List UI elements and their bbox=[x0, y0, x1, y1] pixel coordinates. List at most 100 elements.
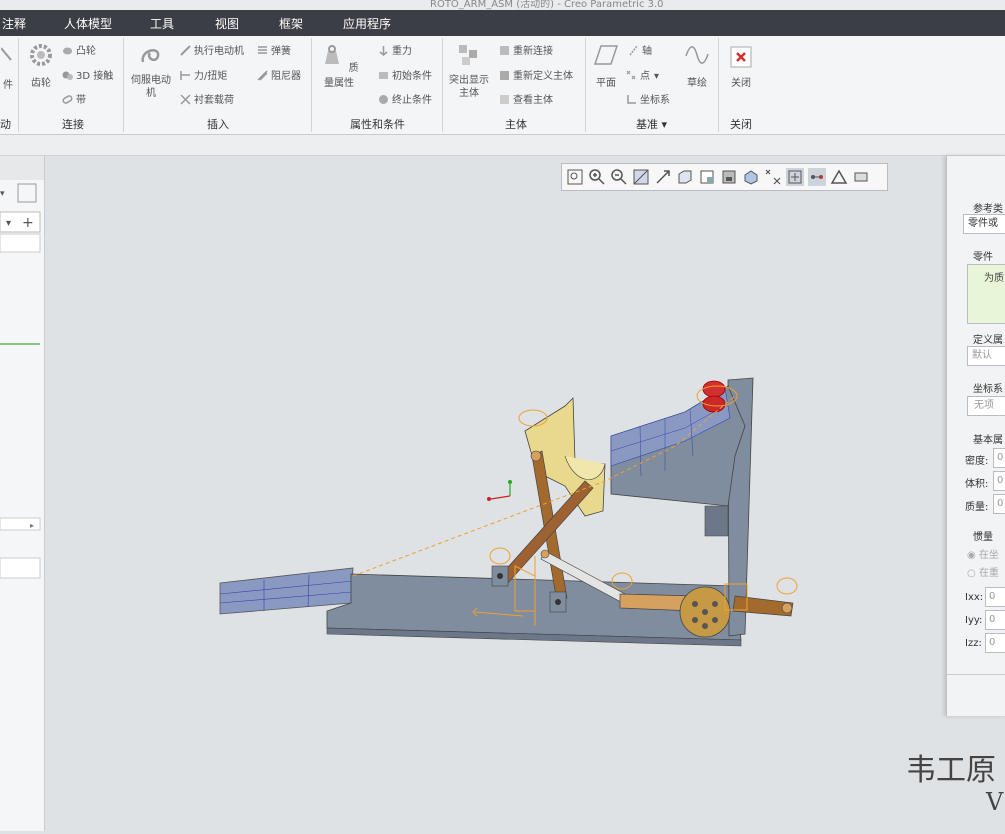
annotation-display-icon[interactable] bbox=[808, 168, 826, 186]
group-label-datum[interactable]: 基准 ▾ bbox=[636, 116, 667, 132]
zoom-in-icon[interactable] bbox=[588, 168, 606, 186]
izz-label: Izz: bbox=[965, 638, 982, 649]
bushing-load-button[interactable]: 衬套载荷 bbox=[180, 91, 234, 106]
zoom-out-icon[interactable] bbox=[610, 168, 628, 186]
point-icon bbox=[626, 70, 636, 80]
3d-contact-button[interactable]: 3D 接触 bbox=[62, 67, 113, 82]
gear-button[interactable]: 齿轮 bbox=[26, 42, 56, 89]
window-title-bar: ROTO_ARM_ASM (活动的) - Creo Parametric 3.0 bbox=[0, 0, 1005, 10]
ribbon-cut-button[interactable]: 件 bbox=[0, 44, 16, 91]
axis-icon bbox=[629, 45, 638, 56]
servo-motor-label: 伺服电动机 bbox=[131, 75, 171, 99]
volume-field[interactable]: 0 bbox=[993, 471, 1005, 491]
reconnect-button[interactable]: 重新连接 bbox=[499, 42, 553, 57]
radio-at-csys-label: 在坐 bbox=[978, 550, 999, 561]
csys-label: 坐标系 bbox=[640, 95, 670, 106]
graphics-viewport[interactable] bbox=[45, 156, 947, 831]
belt-label: 带 bbox=[76, 95, 86, 106]
initial-conditions-button[interactable]: 初始条件 bbox=[378, 67, 432, 82]
mass-properties-button[interactable]: 质量属性 bbox=[316, 42, 362, 89]
reference-type-select[interactable]: 零件或 bbox=[963, 214, 1005, 234]
point-button[interactable]: 点 ▾ bbox=[626, 67, 659, 82]
group-label-motion: 动 bbox=[0, 118, 11, 131]
radio-icon: ◉ bbox=[967, 550, 979, 561]
menu-manikin[interactable]: 人体模型 bbox=[64, 15, 112, 32]
group-separator bbox=[311, 38, 312, 132]
perspective-icon[interactable] bbox=[720, 168, 738, 186]
force-icon bbox=[180, 71, 190, 80]
spring-button[interactable]: 弹簧 bbox=[257, 42, 291, 57]
appearance-icon[interactable] bbox=[852, 168, 870, 186]
orient-icon[interactable] bbox=[654, 168, 672, 186]
axis-button[interactable]: 轴 bbox=[628, 42, 652, 57]
damper-button[interactable]: 阻尼器 bbox=[257, 67, 301, 82]
saved-views-icon[interactable] bbox=[676, 168, 694, 186]
force-torque-button[interactable]: 力/扭矩 bbox=[180, 67, 227, 82]
termination-icon bbox=[379, 95, 388, 104]
ixx-field[interactable]: 0 bbox=[985, 587, 1005, 607]
spin-center-icon[interactable] bbox=[786, 168, 804, 186]
radio-icon: ○ bbox=[967, 568, 979, 579]
initial-conditions-icon bbox=[379, 72, 388, 79]
csys-collector[interactable]: 无项 bbox=[967, 396, 1005, 416]
point-dropdown-icon[interactable]: ▾ bbox=[654, 71, 659, 82]
motion-icon bbox=[0, 47, 12, 61]
datum-group-text: 基准 bbox=[636, 118, 658, 131]
view-bodies-button[interactable]: 查看主体 bbox=[499, 91, 553, 106]
volume-label: 体积: bbox=[965, 479, 989, 490]
redefine-bodies-button[interactable]: 重新定义主体 bbox=[499, 67, 573, 82]
menu-tools[interactable]: 工具 bbox=[150, 15, 174, 32]
bushing-icon bbox=[180, 94, 191, 105]
cam-button[interactable]: 凸轮 bbox=[62, 42, 96, 57]
redefine-bodies-icon bbox=[500, 71, 509, 80]
repaint-icon[interactable] bbox=[632, 168, 650, 186]
highlight-bodies-button[interactable]: 突出显示主体 bbox=[446, 42, 492, 100]
iyy-field[interactable]: 0 bbox=[985, 610, 1005, 630]
gravity-icon bbox=[379, 46, 388, 56]
part-collector[interactable]: 为质 bbox=[967, 264, 1005, 324]
svg-text:▾: ▾ bbox=[6, 218, 11, 229]
actuator-label: 执行电动机 bbox=[194, 46, 244, 57]
menu-framework[interactable]: 框架 bbox=[279, 15, 303, 32]
menu-applications[interactable]: 应用程序 bbox=[343, 15, 391, 32]
triangle-icon[interactable] bbox=[830, 168, 848, 186]
density-field[interactable]: 0 bbox=[993, 448, 1005, 468]
actuator-motor-button[interactable]: 执行电动机 bbox=[180, 42, 244, 57]
point-label: 点 bbox=[640, 71, 650, 82]
group-label-insert: 插入 bbox=[207, 118, 229, 131]
spring-icon bbox=[258, 46, 267, 54]
plane-button[interactable]: 平面 bbox=[590, 42, 622, 89]
close-button[interactable]: 关闭 bbox=[725, 46, 757, 89]
servo-motor-button[interactable]: 伺服电动机 bbox=[128, 42, 174, 100]
svg-text:▾: ▾ bbox=[0, 189, 5, 199]
part-label: 零件 bbox=[973, 252, 993, 263]
menu-annotate[interactable]: 注释 bbox=[2, 15, 26, 32]
gravity-button[interactable]: 重力 bbox=[378, 42, 412, 57]
mass-field[interactable]: 0 bbox=[993, 494, 1005, 514]
mechanism-model[interactable] bbox=[45, 156, 947, 831]
sketch-button[interactable]: 草绘 bbox=[682, 42, 712, 89]
group-label-properties: 属性和条件 bbox=[350, 118, 405, 131]
datum-display-icon[interactable] bbox=[764, 168, 782, 186]
display-style-icon[interactable] bbox=[742, 168, 760, 186]
close-icon bbox=[730, 46, 752, 68]
inertia-label: 惯量 bbox=[973, 532, 993, 543]
define-properties-select[interactable]: 默认 bbox=[967, 346, 1005, 366]
mass-properties-dialog: 参考类 零件或 零件 为质 定义属 默认 坐标系 无项 基本属 密度: 0 体积… bbox=[946, 156, 1005, 716]
radio-at-center-label: 在重 bbox=[978, 568, 999, 579]
belt-button[interactable]: 带 bbox=[62, 91, 86, 106]
group-separator bbox=[585, 38, 586, 132]
csys-button[interactable]: 坐标系 bbox=[626, 91, 670, 106]
refit-icon[interactable] bbox=[566, 168, 584, 186]
izz-field[interactable]: 0 bbox=[985, 633, 1005, 653]
radio-at-csys[interactable]: ◉ 在坐 bbox=[967, 546, 999, 561]
contact-3d-icon bbox=[62, 71, 73, 80]
view-manager-icon[interactable] bbox=[698, 168, 716, 186]
termination-conditions-label: 终止条件 bbox=[392, 95, 432, 106]
redefine-bodies-label: 重新定义主体 bbox=[513, 71, 573, 82]
termination-conditions-button[interactable]: 终止条件 bbox=[378, 91, 432, 106]
flywheel[interactable] bbox=[679, 586, 731, 638]
radio-at-center[interactable]: ○ 在重 bbox=[967, 564, 999, 579]
chute-part[interactable] bbox=[219, 567, 354, 615]
menu-view[interactable]: 视图 bbox=[215, 15, 239, 32]
